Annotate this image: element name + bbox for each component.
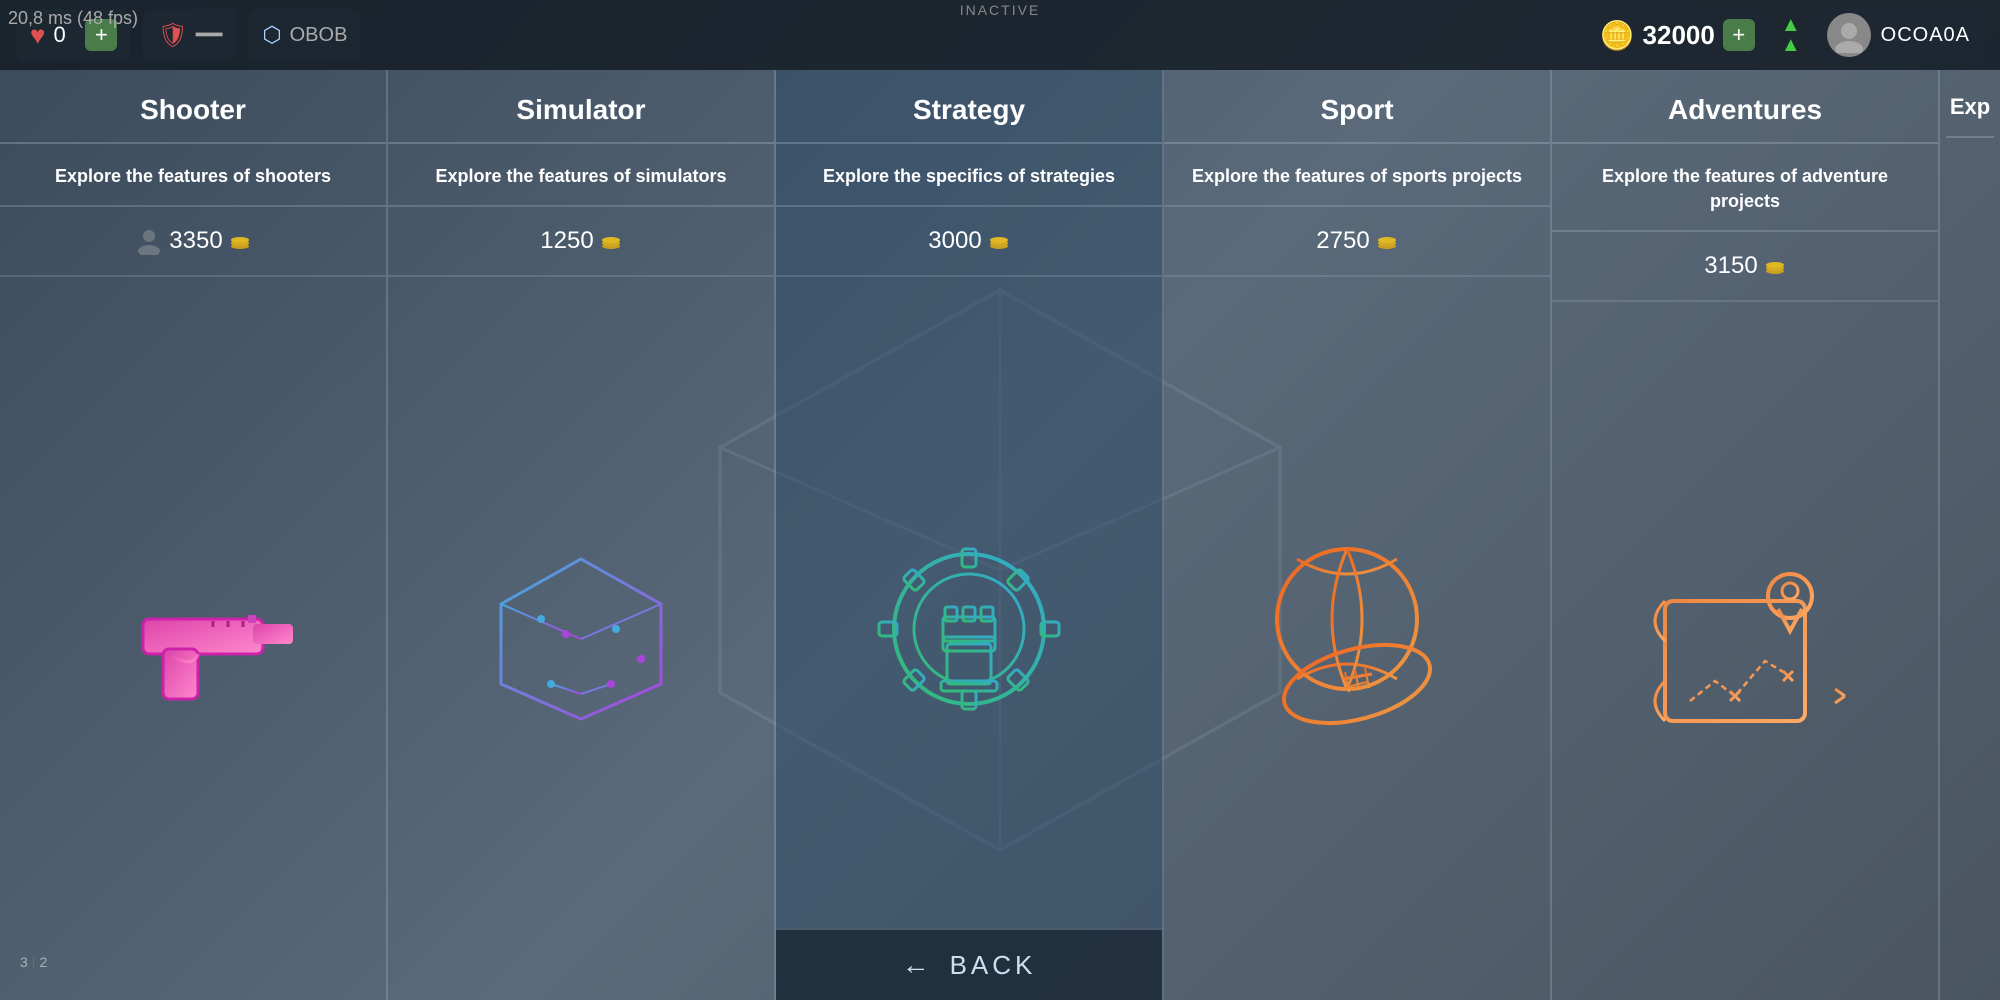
sport-title: Sport <box>1164 70 1550 144</box>
adventures-desc: Explore the features of adventure projec… <box>1552 144 1938 232</box>
circuit-cube-icon <box>471 529 691 749</box>
category-strategy[interactable]: Strategy Explore the specifics of strate… <box>776 70 1164 1000</box>
drops-section: ⬡ OBOB <box>248 9 361 61</box>
username: OCOA0A <box>1881 24 1970 47</box>
chess-gear-icon <box>859 529 1079 749</box>
gun-icon <box>83 549 303 729</box>
coins-plus-button[interactable]: + <box>1723 19 1755 51</box>
back-label: BACK <box>950 950 1037 981</box>
user-section: OCOA0A <box>1813 9 1984 61</box>
strategy-icon-area <box>839 277 1099 1000</box>
sport-cost: 2750 <box>1164 207 1550 277</box>
sports-icon <box>1237 529 1477 749</box>
simulator-icon-area <box>451 277 711 1000</box>
category-simulator[interactable]: Simulator Explore the features of simula… <box>388 70 776 1000</box>
category-adventures[interactable]: Adventures Explore the features of adven… <box>1552 70 1940 1000</box>
coin-stack-simulator <box>600 230 622 252</box>
sport-icon-area <box>1217 277 1497 1000</box>
status-label: INACTIVE <box>960 2 1041 18</box>
coins-section: 🪙 32000 + <box>1586 9 1769 61</box>
avatar <box>1827 13 1871 57</box>
shooter-icon-area: 3 | 2 <box>63 277 323 1000</box>
coin-amount: 32000 <box>1643 20 1715 51</box>
back-button[interactable]: ← BACK <box>776 928 1164 1000</box>
back-arrow-icon: ← <box>902 949 934 981</box>
simulator-title: Simulator <box>388 70 774 144</box>
category-sport[interactable]: Sport Explore the features of sports pro… <box>1164 70 1552 1000</box>
rank-arrows: ▲ ▲ <box>1781 15 1801 55</box>
drops-icon: ⬡ <box>262 22 281 48</box>
coin-stack-sport <box>1376 230 1398 252</box>
simulator-cost: 1250 <box>388 207 774 277</box>
adventures-icon-area <box>1615 302 1875 1000</box>
coin-stack-shooter <box>229 230 251 252</box>
map-icon <box>1635 541 1855 761</box>
adventures-cost: 3150 <box>1552 232 1938 302</box>
person-icon-shooter <box>135 227 163 255</box>
shooter-desc: Explore the features of shooters <box>0 144 386 207</box>
topbar: 20,8 ms (48 fps) ♥ 0 + 🛡 ━━ ⬡ OBOB INACT… <box>0 0 2000 70</box>
ammo-counter: 3 | 2 <box>20 954 47 970</box>
sport-desc: Explore the features of sports projects <box>1164 144 1550 207</box>
category-shooter[interactable]: Shooter Explore the features of shooters… <box>0 70 388 1000</box>
coin-icon: 🪙 <box>1600 19 1635 52</box>
strategy-cost: 3000 <box>776 207 1162 277</box>
category-extra-partial: Exp <box>1940 70 2000 1000</box>
fps-counter: 20,8 ms (48 fps) <box>8 8 138 29</box>
adventures-title: Adventures <box>1552 70 1938 144</box>
shield-section: 🛡 ━━ <box>143 9 236 61</box>
coin-stack-adventures <box>1764 255 1786 277</box>
back-button-container: ← BACK <box>776 928 1164 1000</box>
strategy-title: Strategy <box>776 70 1162 144</box>
shooter-cost: 3350 <box>0 207 386 277</box>
shooter-title: Shooter <box>0 70 386 144</box>
categories-area: Shooter Explore the features of shooters… <box>0 70 2000 1000</box>
coin-stack-strategy <box>988 230 1010 252</box>
simulator-desc: Explore the features of simulators <box>388 144 774 207</box>
strategy-desc: Explore the specifics of strategies <box>776 144 1162 207</box>
shield-icon: 🛡 <box>157 21 187 50</box>
